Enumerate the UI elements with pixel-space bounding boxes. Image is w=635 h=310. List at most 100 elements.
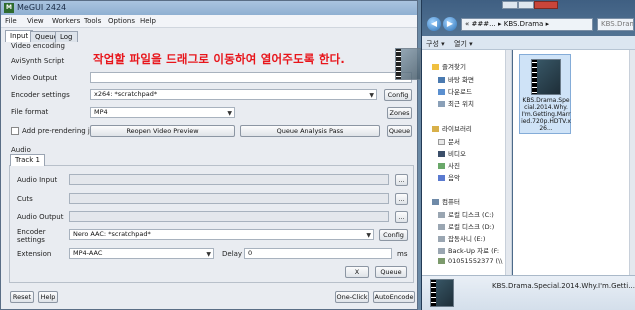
audio-output-field[interactable] xyxy=(69,211,389,222)
tab-track-1[interactable]: Track 1 xyxy=(10,154,45,166)
file-format-dropdown[interactable]: MP4 ▼ xyxy=(90,107,235,118)
zones-button[interactable]: Zones xyxy=(387,107,412,119)
address-bar[interactable]: « ###... ▸ KBS.Drama ▸ xyxy=(461,18,593,31)
document-icon xyxy=(438,139,445,145)
video-output-label: Video Output xyxy=(11,74,58,82)
nav-item-computer[interactable]: 컴퓨터 xyxy=(432,196,460,206)
nav-item-favorites[interactable]: 즐겨찾기 xyxy=(432,61,466,71)
details-thumbnail-icon xyxy=(430,279,454,307)
explorer-toolbar: 구성 ▾ 열기 ▾ xyxy=(422,36,635,50)
video-output-field[interactable] xyxy=(90,72,412,83)
nav-item-videos[interactable]: 비디오 xyxy=(438,148,466,158)
megui-app-icon: M xyxy=(4,3,14,13)
reset-button[interactable]: Reset xyxy=(10,291,34,303)
delay-input[interactable]: 0 xyxy=(244,248,392,259)
nav-item-drive-f[interactable]: Back-Up 자료 (F: xyxy=(438,245,499,255)
encoder-config-button[interactable]: Config xyxy=(384,89,412,101)
recent-icon xyxy=(438,101,445,107)
chevron-down-icon: ▼ xyxy=(206,251,211,258)
nav-item-downloads[interactable]: 다운로드 xyxy=(438,86,472,96)
file-list-scrollbar[interactable] xyxy=(629,50,635,275)
menu-bar: File View Workers Tools Options Help xyxy=(1,15,417,28)
nav-pane-scrollbar[interactable] xyxy=(505,50,511,275)
add-prerendering-checkbox[interactable] xyxy=(11,127,19,135)
ms-unit-label: ms xyxy=(397,250,408,258)
menu-options[interactable]: Options xyxy=(108,17,135,25)
delay-label: Delay xyxy=(222,250,243,258)
close-button[interactable] xyxy=(534,1,558,9)
audio-output-browse-button[interactable]: ... xyxy=(395,211,408,223)
nav-item-pictures[interactable]: 사진 xyxy=(438,160,460,170)
remove-track-button[interactable]: X xyxy=(345,266,369,278)
nav-item-desktop[interactable]: 바탕 화면 xyxy=(438,74,474,84)
encoder-settings-value: x264: *scratchpad* xyxy=(94,90,158,98)
maximize-button[interactable] xyxy=(518,1,534,9)
nav-item-drive-c[interactable]: 로컬 디스크 (C:) xyxy=(438,209,494,219)
library-icon xyxy=(432,126,439,132)
tab-input[interactable]: Input xyxy=(5,30,34,42)
menu-file[interactable]: File xyxy=(5,17,17,25)
reopen-video-preview-button[interactable]: Reopen Video Preview xyxy=(90,125,235,137)
cuts-field[interactable] xyxy=(69,193,389,204)
menu-view[interactable]: View xyxy=(27,17,44,25)
file-format-label: File format xyxy=(11,108,49,116)
encoder-settings-dropdown[interactable]: x264: *scratchpad* ▼ xyxy=(90,89,377,100)
audio-encoder-dropdown[interactable]: Nero AAC: *scratchpad* ▼ xyxy=(69,229,374,240)
nav-item-music[interactable]: 음악 xyxy=(438,172,460,182)
title-bar: M MeGUI 2424 xyxy=(1,1,417,15)
navigation-pane: 즐겨찾기 바탕 화면 다운로드 최근 위치 라이브러리 문서 비디오 사진 음악… xyxy=(422,50,512,275)
queue-analysis-pass-button[interactable]: Queue Analysis Pass xyxy=(240,125,380,137)
music-icon xyxy=(438,175,445,181)
extension-value: MP4-AAC xyxy=(73,249,103,257)
audio-input-browse-button[interactable]: ... xyxy=(395,174,408,186)
cuts-browse-button[interactable]: ... xyxy=(395,193,408,205)
details-pane: KBS.Drama.Special.2014.Why.I'm.Getti... xyxy=(422,275,635,310)
video-icon xyxy=(438,151,445,157)
explorer-window: ◀ ▶ « ###... ▸ KBS.Drama ▸ KBS.Drama 구성 … xyxy=(421,0,635,310)
chevron-down-icon: ▼ xyxy=(366,232,371,239)
drive-icon xyxy=(438,224,445,230)
one-click-button[interactable]: One-Click xyxy=(335,291,369,303)
audio-input-field[interactable] xyxy=(69,174,389,185)
nav-item-documents[interactable]: 문서 xyxy=(438,136,460,146)
audio-heading: Audio xyxy=(11,146,31,154)
menu-tools[interactable]: Tools xyxy=(84,17,101,25)
chevron-down-icon: ▼ xyxy=(227,110,232,117)
tab-log[interactable]: Log xyxy=(55,31,78,42)
add-prerendering-label: Add pre-rendering job xyxy=(22,127,99,135)
extension-dropdown[interactable]: MP4-AAC ▼ xyxy=(69,248,214,259)
network-drive-icon xyxy=(438,258,445,264)
nav-item-network-drive[interactable]: 01051552377 (\\ xyxy=(438,257,502,265)
search-input[interactable]: KBS.Drama xyxy=(597,18,634,31)
chevron-down-icon: ▼ xyxy=(369,92,374,99)
menu-help[interactable]: Help xyxy=(140,17,156,25)
video-encoding-heading: Video encoding xyxy=(11,42,65,50)
autoencode-button[interactable]: AutoEncode xyxy=(373,291,415,303)
organize-menu[interactable]: 구성 ▾ xyxy=(426,39,445,49)
nav-item-drive-e[interactable]: 잡동사니 (E:) xyxy=(438,233,485,243)
details-file-name: KBS.Drama.Special.2014.Why.I'm.Getti... xyxy=(492,282,635,290)
menu-workers[interactable]: Workers xyxy=(52,17,80,25)
audio-queue-button[interactable]: Queue xyxy=(375,266,407,278)
back-arrow-icon[interactable]: ◀ xyxy=(427,17,441,31)
file-item[interactable]: KBS.Drama.Special.2014.Why.I'm.Getting.M… xyxy=(519,54,571,134)
audio-output-label: Audio Output xyxy=(17,213,64,221)
audio-input-label: Audio Input xyxy=(17,176,58,184)
help-button[interactable]: Help xyxy=(38,291,58,303)
forward-arrow-icon[interactable]: ▶ xyxy=(443,17,457,31)
film-strip-icon xyxy=(396,49,401,79)
audio-encoder-value: Nero AAC: *scratchpad* xyxy=(73,230,151,238)
drag-thumbnail-icon xyxy=(395,48,421,80)
minimize-button[interactable] xyxy=(502,1,518,9)
nav-item-recent[interactable]: 최근 위치 xyxy=(438,98,474,108)
computer-icon xyxy=(432,199,439,205)
download-icon xyxy=(438,89,445,95)
open-menu[interactable]: 열기 ▾ xyxy=(454,39,473,49)
video-queue-button[interactable]: Queue xyxy=(387,125,412,137)
film-strip-icon xyxy=(532,60,537,94)
audio-config-button[interactable]: Config xyxy=(379,229,408,241)
picture-icon xyxy=(438,163,445,169)
nav-item-drive-d[interactable]: 로컬 디스크 (D:) xyxy=(438,221,494,231)
drive-icon xyxy=(438,248,445,254)
nav-item-library[interactable]: 라이브러리 xyxy=(432,123,472,133)
